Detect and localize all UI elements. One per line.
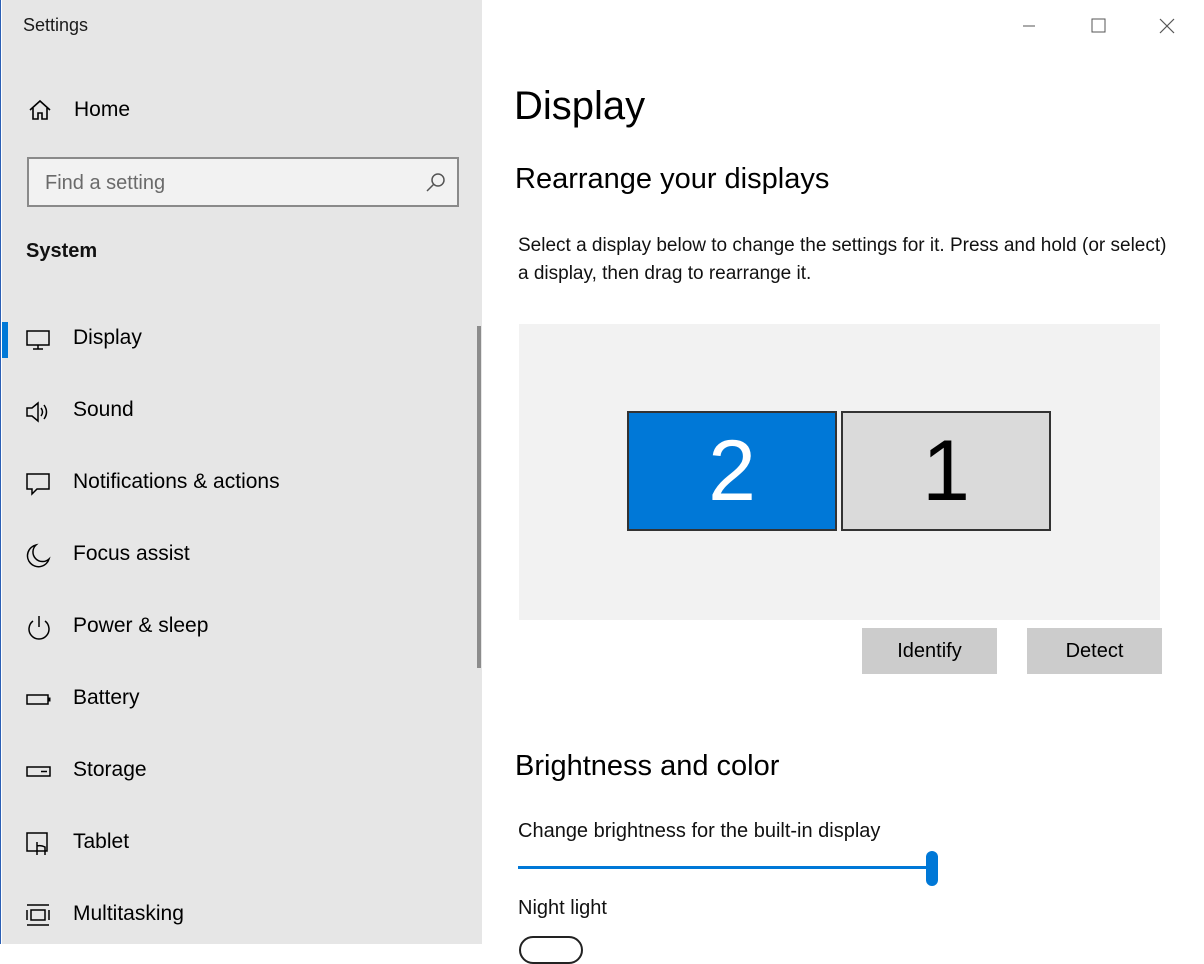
monitor-1[interactable]: 1 bbox=[841, 411, 1051, 531]
main-content: Display Rearrange your displays Select a… bbox=[482, 0, 1202, 964]
search-input[interactable] bbox=[43, 167, 407, 199]
settings-window: Settings Home System Dis bbox=[0, 0, 1202, 964]
rearrange-heading: Rearrange your displays bbox=[515, 163, 830, 195]
search-box[interactable] bbox=[27, 157, 459, 207]
brightness-slider-thumb[interactable] bbox=[926, 851, 938, 886]
sidebar-item-battery[interactable]: Battery bbox=[2, 664, 476, 736]
sidebar-item-label: Storage bbox=[73, 758, 147, 781]
sidebar-item-tablet[interactable]: Tablet bbox=[2, 808, 476, 880]
minimize-icon[interactable] bbox=[1006, 10, 1052, 42]
page-title: Display bbox=[514, 84, 646, 128]
search-icon[interactable] bbox=[425, 171, 447, 193]
sidebar: Settings Home System Dis bbox=[2, 0, 482, 944]
speaker-icon bbox=[26, 401, 48, 423]
tablet-icon bbox=[26, 832, 48, 855]
identify-button[interactable]: Identify bbox=[862, 628, 997, 674]
detect-button[interactable]: Detect bbox=[1027, 628, 1162, 674]
monitor-icon bbox=[26, 330, 50, 350]
sidebar-item-label: Sound bbox=[73, 398, 134, 421]
sidebar-item-label: Multitasking bbox=[73, 902, 184, 925]
close-icon[interactable] bbox=[1144, 10, 1190, 42]
notification-icon bbox=[26, 473, 50, 496]
sidebar-item-multitasking[interactable]: Multitasking bbox=[2, 880, 476, 952]
sidebar-item-label: Power & sleep bbox=[73, 614, 209, 637]
sidebar-item-label: Notifications & actions bbox=[73, 470, 280, 493]
sidebar-scrollbar[interactable] bbox=[477, 326, 481, 668]
home-label: Home bbox=[74, 98, 131, 121]
sidebar-item-label: Battery bbox=[73, 686, 140, 709]
home-link[interactable]: Home bbox=[2, 88, 482, 132]
maximize-icon[interactable] bbox=[1075, 10, 1121, 42]
brightness-slider-track[interactable] bbox=[518, 866, 932, 869]
sidebar-item-label: Display bbox=[73, 326, 142, 349]
sidebar-item-label: Tablet bbox=[73, 830, 130, 853]
moon-icon bbox=[26, 543, 51, 568]
sidebar-item-power-sleep[interactable]: Power & sleep bbox=[2, 592, 476, 664]
night-light-toggle[interactable] bbox=[519, 936, 583, 964]
rearrange-description: Select a display below to change the set… bbox=[518, 235, 1167, 284]
brightness-heading: Brightness and color bbox=[515, 750, 780, 782]
sidebar-item-storage[interactable]: Storage bbox=[2, 736, 476, 808]
sidebar-item-notifications[interactable]: Notifications & actions bbox=[2, 448, 476, 520]
home-icon bbox=[29, 99, 51, 120]
multitasking-icon bbox=[26, 904, 50, 926]
sidebar-item-display[interactable]: Display bbox=[2, 304, 476, 376]
sidebar-item-label: Focus assist bbox=[73, 542, 190, 565]
app-title: Settings bbox=[23, 15, 89, 35]
brightness-slider-label: Change brightness for the built-in displ… bbox=[518, 820, 881, 842]
sidebar-item-focus-assist[interactable]: Focus assist bbox=[2, 520, 476, 592]
power-icon bbox=[28, 616, 50, 640]
night-light-label: Night light bbox=[518, 897, 607, 919]
storage-icon bbox=[26, 766, 51, 777]
monitor-2[interactable]: 2 bbox=[627, 411, 837, 531]
sidebar-item-sound[interactable]: Sound bbox=[2, 376, 476, 448]
display-arrangement-area[interactable]: 2 1 bbox=[519, 324, 1160, 620]
battery-icon bbox=[26, 694, 51, 705]
section-label: System bbox=[26, 240, 98, 262]
